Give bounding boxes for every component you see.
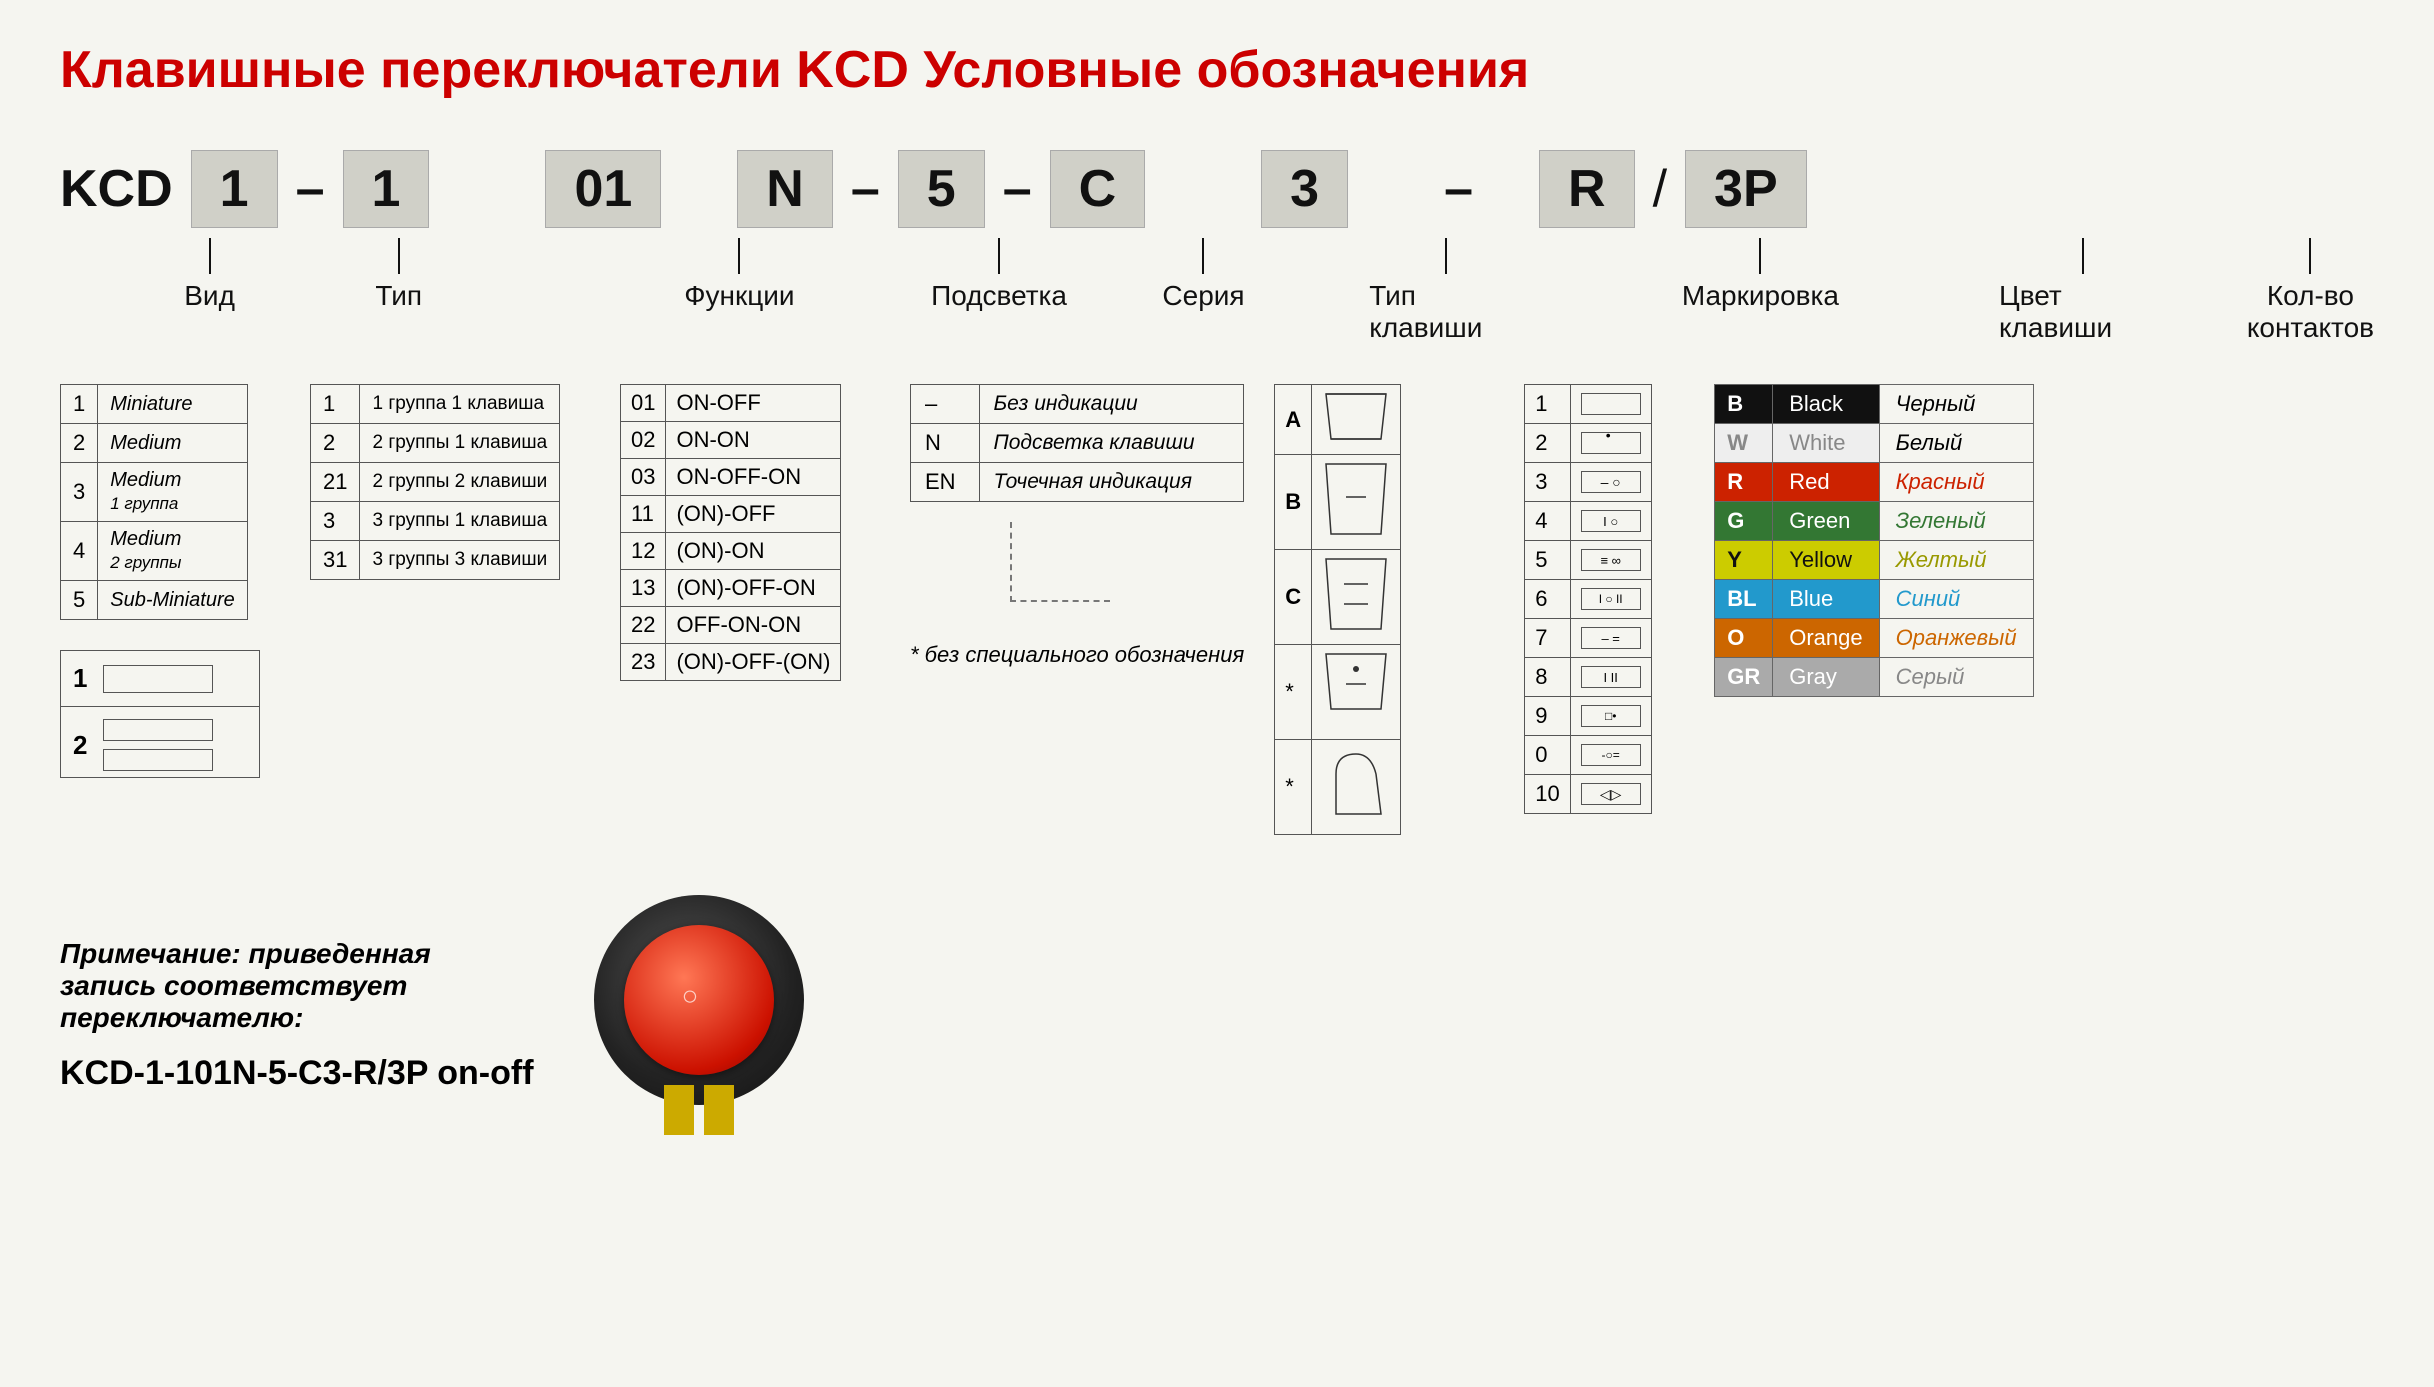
table-row: 8 I II: [1525, 658, 1651, 697]
podsvetka-keytype-section: – Без индикации N Подсветка клавиши EN Т…: [910, 384, 1244, 668]
table-row: A: [1275, 385, 1401, 455]
dashed-connection: [1010, 522, 1110, 602]
table-row: R Red Красный: [1715, 463, 2033, 502]
note-code: KCD-1-101N-5-C3-R/3P on-off: [60, 1054, 534, 1093]
label-tip-klavishi: Тип клавиши: [1369, 280, 1522, 344]
code-dash-2: –: [851, 159, 880, 219]
label-cvet-klavishi: Цвет клавиши: [1999, 280, 2167, 344]
code-dash-3: –: [1003, 159, 1032, 219]
code-dash-1: –: [296, 159, 325, 219]
footer-note: * без специального обозначения: [910, 642, 1244, 668]
vid-table: 1 Miniature 2 Medium 3 Medium1 группа 4 …: [60, 384, 248, 620]
table-row: 0 -○=: [1525, 736, 1651, 775]
markirovka-table: 1 2 • 3 – ○ 4 I ○ 5 ≡ ∞: [1524, 384, 1651, 814]
table-row: 02 ON-ON: [621, 422, 841, 459]
code-dash-4: –: [1444, 159, 1473, 219]
table-row: O Orange Оранжевый: [1715, 619, 2033, 658]
podsvetka-table: – Без индикации N Подсветка клавиши EN Т…: [910, 384, 1244, 502]
markirovka-section: 1 2 • 3 – ○ 4 I ○ 5 ≡ ∞: [1524, 384, 1684, 814]
label-funkcii: Функции: [684, 280, 794, 312]
funkcii-table: 01 ON-OFF 02 ON-ON 03 ON-OFF-ON 11 (ON)-…: [620, 384, 841, 681]
note-label: Примечание: приведенная запись соответст…: [60, 938, 520, 1034]
table-row: 1: [1525, 385, 1651, 424]
table-row: 3 Medium1 группа: [61, 463, 248, 522]
table-row: 3 3 группы 1 клавиша: [311, 502, 560, 541]
table-row: 5 ≡ ∞: [1525, 541, 1651, 580]
page-title: Клавишные переключатели KCD Условные обо…: [60, 40, 2374, 100]
tip-table: 1 1 группа 1 клавиша 2 2 группы 1 клавиш…: [310, 384, 560, 580]
table-row: 4 I ○: [1525, 502, 1651, 541]
vid-section: 1 Miniature 2 Medium 3 Medium1 группа 4 …: [60, 384, 280, 778]
note-section: Примечание: приведенная запись соответст…: [60, 895, 2374, 1135]
label-vid: Вид: [184, 280, 235, 312]
label-markirovka: Маркировка: [1682, 280, 1839, 312]
table-row: 5 Sub-Miniature: [61, 581, 248, 620]
table-row: 7 – =: [1525, 619, 1651, 658]
table-row: 13 (ON)-OFF-ON: [621, 570, 841, 607]
code-box-8: R: [1539, 150, 1635, 228]
code-box-1: 1: [191, 150, 278, 228]
key-type-section: A B: [1274, 384, 1494, 835]
table-row: *: [1275, 645, 1401, 740]
table-row: 21 2 группы 2 клавиши: [311, 463, 560, 502]
table-row: Y Yellow Желтый: [1715, 541, 2033, 580]
table-row: *: [1275, 740, 1401, 835]
code-box-9: 3P: [1685, 150, 1807, 228]
table-row: GR Gray Серый: [1715, 658, 2033, 697]
table-row: 2 Medium: [61, 424, 248, 463]
table-row: B: [1275, 455, 1401, 550]
table-row: 11 (ON)-OFF: [621, 496, 841, 533]
table-row: 2 •: [1525, 424, 1651, 463]
table-row: 23 (ON)-OFF-(ON): [621, 644, 841, 681]
table-row: BL Blue Синий: [1715, 580, 2033, 619]
color-table: B Black Черный W White Белый R Red Красн…: [1714, 384, 2033, 697]
tip-section: 1 1 группа 1 клавиша 2 2 группы 1 клавиш…: [310, 384, 590, 580]
switch-illustration: ○: [594, 895, 814, 1135]
table-row: 6 I ○ II: [1525, 580, 1651, 619]
table-row: 1 1 группа 1 клавиша: [311, 385, 560, 424]
color-section: B Black Черный W White Белый R Red Красн…: [1714, 384, 2054, 697]
label-podsvetka: Подсветка: [931, 280, 1067, 312]
table-row: B Black Черный: [1715, 385, 2033, 424]
code-box-6: C: [1050, 150, 1146, 228]
code-box-2: 1: [343, 150, 430, 228]
table-row: N Подсветка клавиши: [911, 424, 1244, 463]
code-box-3: 01: [545, 150, 661, 228]
table-row: – Без индикации: [911, 385, 1244, 424]
tip-diagrams: 1 2: [60, 650, 260, 778]
table-row: 22 OFF-ON-ON: [621, 607, 841, 644]
code-box-7: 3: [1261, 150, 1348, 228]
table-row: 12 (ON)-ON: [621, 533, 841, 570]
table-row: EN Точечная индикация: [911, 463, 1244, 502]
table-row: C: [1275, 550, 1401, 645]
key-type-table: A B: [1274, 384, 1401, 835]
code-slash: /: [1653, 159, 1667, 219]
code-box-4: N: [737, 150, 833, 228]
code-row: KCD 1 – 1 01 N – 5 – C 3 – R / 3P: [60, 150, 2374, 228]
table-row: 2 2 группы 1 клавиша: [311, 424, 560, 463]
label-kol-vo: Кол-во контактов: [2247, 280, 2374, 344]
labels-row: Вид Тип Функции Подсветка Серия Тип клав…: [60, 238, 2374, 344]
table-row: 03 ON-OFF-ON: [621, 459, 841, 496]
table-row: 10 ◁▷: [1525, 775, 1651, 814]
table-row: 31 3 группы 3 клавиши: [311, 541, 560, 580]
label-tip: Тип: [375, 280, 422, 312]
label-seria: Серия: [1162, 280, 1244, 312]
code-box-5: 5: [898, 150, 985, 228]
table-row: W White Белый: [1715, 424, 2033, 463]
main-content: 1 Miniature 2 Medium 3 Medium1 группа 4 …: [60, 384, 2374, 835]
code-prefix: KCD: [60, 159, 173, 219]
table-row: 9 □•: [1525, 697, 1651, 736]
table-row: 1 Miniature: [61, 385, 248, 424]
table-row: 4 Medium2 группы: [61, 522, 248, 581]
funkcii-section: 01 ON-OFF 02 ON-ON 03 ON-OFF-ON 11 (ON)-…: [620, 384, 880, 681]
table-row: 3 – ○: [1525, 463, 1651, 502]
table-row: G Green Зеленый: [1715, 502, 2033, 541]
table-row: 01 ON-OFF: [621, 385, 841, 422]
